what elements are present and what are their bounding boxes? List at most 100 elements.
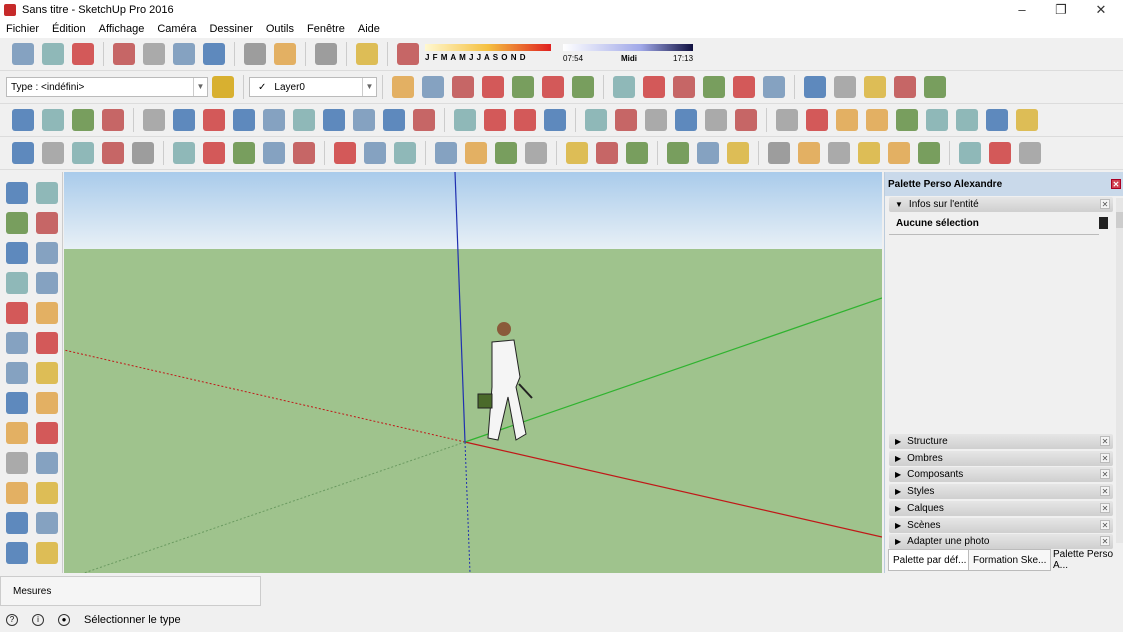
- component-e-icon[interactable]: [924, 76, 946, 98]
- panel-scrollbar[interactable]: [1116, 198, 1123, 543]
- geolocation-icon[interactable]: ?: [6, 614, 18, 626]
- freehand-icon[interactable]: [36, 242, 58, 264]
- tray-structure[interactable]: ▶ Structure ✕: [889, 434, 1113, 449]
- paste-icon[interactable]: [173, 43, 195, 65]
- menu-dessiner[interactable]: Dessiner: [209, 23, 252, 35]
- save-icon[interactable]: [72, 43, 94, 65]
- section-display-icon[interactable]: [697, 142, 719, 164]
- rectangle-icon[interactable]: [6, 272, 28, 294]
- rotate-icon[interactable]: [6, 422, 28, 444]
- close-icon[interactable]: ✕: [1100, 469, 1110, 480]
- 3d-text-icon[interactable]: [735, 109, 757, 131]
- section-cut-icon[interactable]: [727, 142, 749, 164]
- arc-icon[interactable]: [323, 109, 345, 131]
- model-scene[interactable]: [64, 172, 882, 573]
- front-icon[interactable]: [673, 76, 695, 98]
- axes-icon[interactable]: [705, 109, 727, 131]
- share-icon[interactable]: [1019, 142, 1041, 164]
- layer-dropdown[interactable]: ✓ Layer0 ▼: [249, 77, 377, 97]
- zoom-extents-icon[interactable]: [525, 142, 547, 164]
- sandbox-b-icon[interactable]: [596, 142, 618, 164]
- circle-dd-icon[interactable]: [132, 142, 154, 164]
- arc-2pt-icon[interactable]: [353, 109, 375, 131]
- type-dropdown[interactable]: Type : <indéfini> ▼: [6, 77, 208, 97]
- tray-entity-info[interactable]: ▼ Infos sur l'entité ✕: [889, 197, 1113, 212]
- right-icon[interactable]: [703, 76, 725, 98]
- copy-icon[interactable]: [143, 43, 165, 65]
- arc-3pt-icon[interactable]: [383, 109, 405, 131]
- close-panel-icon[interactable]: ✕: [1111, 179, 1121, 189]
- person-figure[interactable]: [477, 322, 533, 441]
- move-copy-icon[interactable]: [544, 109, 566, 131]
- text-icon[interactable]: [675, 109, 697, 131]
- tray-styles[interactable]: ▶ Styles ✕: [889, 484, 1113, 500]
- follow-me-icon[interactable]: [36, 422, 58, 444]
- left-icon[interactable]: [763, 76, 785, 98]
- component-d-icon[interactable]: [894, 76, 916, 98]
- sandbox-c-icon[interactable]: [626, 142, 648, 164]
- paint-bucket-icon[interactable]: [6, 212, 28, 234]
- close-icon[interactable]: ✕: [1100, 199, 1110, 209]
- pie-icon[interactable]: [36, 362, 58, 384]
- close-button[interactable]: ✕: [1086, 2, 1116, 18]
- close-icon[interactable]: ✕: [1100, 486, 1110, 497]
- component-a-icon[interactable]: [804, 76, 826, 98]
- tab-palette-perso[interactable]: Palette Perso A...: [1048, 549, 1123, 571]
- look-around-icon[interactable]: [986, 109, 1008, 131]
- 3d-text-icon[interactable]: [36, 542, 58, 564]
- arc-dd-icon[interactable]: [102, 142, 124, 164]
- arc-icon[interactable]: [6, 332, 28, 354]
- eraser-icon[interactable]: [36, 212, 58, 234]
- arc-2pt-icon[interactable]: [36, 332, 58, 354]
- pan-icon[interactable]: [806, 109, 828, 131]
- scale-icon[interactable]: [888, 142, 910, 164]
- protractor-icon[interactable]: [6, 512, 28, 534]
- model-info-icon[interactable]: [356, 43, 378, 65]
- erase-icon[interactable]: [203, 43, 225, 65]
- menu-edition[interactable]: Édition: [52, 23, 86, 35]
- maximize-button[interactable]: ❐: [1046, 2, 1076, 18]
- select-icon[interactable]: [12, 109, 34, 131]
- menu-camera[interactable]: Caméra: [157, 23, 196, 35]
- details-toggle-icon[interactable]: [1099, 217, 1108, 229]
- make-component-icon[interactable]: [42, 109, 64, 131]
- credits-icon[interactable]: i: [32, 614, 44, 626]
- push-icon[interactable]: [798, 142, 820, 164]
- sandbox-a-icon[interactable]: [566, 142, 588, 164]
- 3d-viewport[interactable]: [64, 172, 882, 573]
- polygon-icon[interactable]: [293, 109, 315, 131]
- push-pull-icon[interactable]: [454, 109, 476, 131]
- extension-icon[interactable]: [989, 142, 1011, 164]
- offset-icon[interactable]: [36, 452, 58, 474]
- orbit-icon[interactable]: [435, 142, 457, 164]
- iso-icon[interactable]: [613, 76, 635, 98]
- follow-icon[interactable]: [858, 142, 880, 164]
- move-icon[interactable]: [6, 392, 28, 414]
- text-icon[interactable]: [364, 142, 386, 164]
- minimize-button[interactable]: –: [1007, 2, 1037, 17]
- new-icon[interactable]: [12, 43, 34, 65]
- open-icon[interactable]: [42, 43, 64, 65]
- xray-icon[interactable]: [392, 76, 414, 98]
- arc-3pt-icon[interactable]: [6, 362, 28, 384]
- polygon-icon[interactable]: [36, 302, 58, 324]
- print-icon[interactable]: [315, 43, 337, 65]
- select-icon[interactable]: [12, 142, 34, 164]
- menu-aide[interactable]: Aide: [358, 23, 380, 35]
- shaded-icon[interactable]: [512, 76, 534, 98]
- offset-icon[interactable]: [918, 142, 940, 164]
- rotated-rect-icon[interactable]: [36, 272, 58, 294]
- wireframe-icon[interactable]: [452, 76, 474, 98]
- dimension-icon[interactable]: [615, 109, 637, 131]
- redo-icon[interactable]: [274, 43, 296, 65]
- dimension-icon[interactable]: [36, 482, 58, 504]
- back-icon[interactable]: [733, 76, 755, 98]
- rotate-icon[interactable]: [263, 142, 285, 164]
- pie-icon[interactable]: [413, 109, 435, 131]
- axes-icon[interactable]: [6, 542, 28, 564]
- user-icon[interactable]: ●: [58, 614, 70, 626]
- push-pull-icon[interactable]: [36, 392, 58, 414]
- shaded-textures-icon[interactable]: [542, 76, 564, 98]
- component-b-icon[interactable]: [834, 76, 856, 98]
- tape-icon[interactable]: [6, 482, 28, 504]
